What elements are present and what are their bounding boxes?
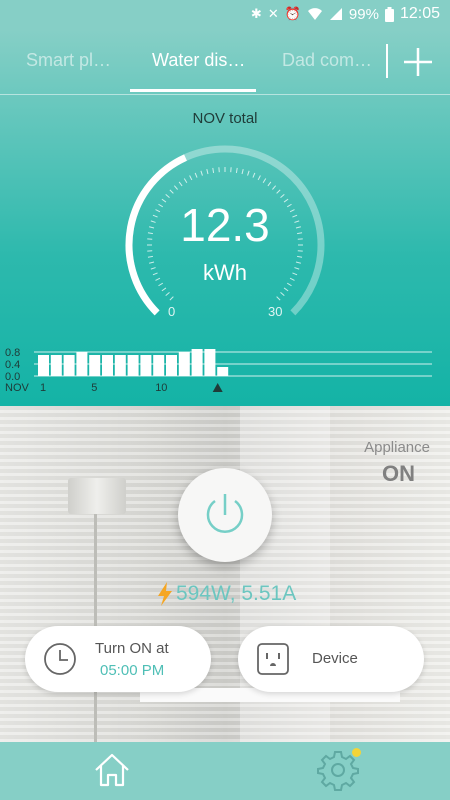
power-reading: 594W, 5.51A <box>156 582 296 606</box>
gauge-tick <box>200 170 203 176</box>
tab-dad-computer[interactable]: Dad com… <box>282 50 372 71</box>
chart-bar <box>127 355 139 376</box>
chart-x-tick-label: 10 <box>155 382 167 394</box>
schedule-button[interactable]: Turn ON at 05:00 PM <box>25 626 211 692</box>
device-tabs: Smart pl… Water dis… Dad com… <box>0 30 450 94</box>
chart-bar <box>191 349 203 376</box>
appliance-label: Appliance <box>364 439 430 456</box>
gauge-tick <box>272 185 277 190</box>
gauge-tick <box>276 296 281 301</box>
schedule-time: 05:00 PM <box>100 662 165 679</box>
gauge-tick <box>241 169 244 175</box>
chart-x-tick-label: 1 <box>40 382 46 394</box>
gauge-min-label: 0 <box>168 304 176 319</box>
gauge-tick <box>257 175 261 181</box>
gauge-tick <box>235 167 238 173</box>
lamp-image <box>68 478 126 514</box>
device-button[interactable]: Device <box>238 626 424 692</box>
bluetooth-icon: ✱ <box>250 6 262 22</box>
chart-bar <box>89 355 101 376</box>
chart-bar <box>166 355 177 376</box>
gauge-tick <box>169 189 174 194</box>
gauge-tick <box>252 172 256 178</box>
chart-bar <box>217 367 229 376</box>
add-device-button[interactable] <box>402 46 434 78</box>
gauge-tick <box>183 178 188 184</box>
bottom-navigation <box>0 742 450 800</box>
power-icon <box>206 494 244 533</box>
clock-icon <box>44 643 76 675</box>
gauge-tick <box>283 287 289 292</box>
home-icon[interactable] <box>92 750 132 790</box>
gauge-tick <box>194 172 198 178</box>
status-bar: ✱ ✕ ⏰ 99% 12:05 <box>0 0 450 30</box>
chart-y-tick-label: 0.8 <box>5 347 20 359</box>
schedule-label: Turn ON at <box>95 640 169 657</box>
chart-y-tick-label: 0.4 <box>5 359 20 371</box>
chart-month-label: NOV <box>5 382 30 394</box>
gauge-tick <box>178 181 183 187</box>
signal-icon <box>329 8 342 20</box>
gauge-tick <box>189 175 193 181</box>
device-label: Device <box>312 650 358 667</box>
chart-bar <box>178 352 190 376</box>
wifi-icon <box>307 8 322 20</box>
notification-dot <box>352 748 361 757</box>
active-tab-indicator <box>130 89 256 92</box>
chart-bar <box>63 355 75 376</box>
gauge-tick <box>169 296 174 301</box>
power-button[interactable] <box>178 468 272 562</box>
month-total-label: NOV total <box>192 110 258 127</box>
appliance-state: ON <box>382 461 415 486</box>
gauge-tick <box>161 287 167 292</box>
battery-icon <box>384 6 394 22</box>
gauge-tick <box>173 185 178 190</box>
chart-x-tick-label: 5 <box>91 382 97 394</box>
device-photo-background: Appliance ON 594W, 5.51A Turn ON at 05:0… <box>0 406 450 742</box>
daily-usage-chart: 0.80.40.0NOV 1 5 10 <box>5 347 432 394</box>
energy-summary-panel: Smart pl… Water dis… Dad com… NOV total … <box>0 30 450 406</box>
tab-divider <box>386 44 388 78</box>
lightning-icon <box>158 582 172 606</box>
chart-bar <box>102 355 113 376</box>
mute-icon: ✕ <box>267 6 279 22</box>
tab-smart-plug[interactable]: Smart pl… <box>26 50 111 71</box>
current-day-marker <box>212 383 223 392</box>
chart-bar <box>114 355 126 376</box>
chart-bar <box>50 355 62 376</box>
gauge-max-label: 30 <box>268 304 283 319</box>
gauge-tick <box>165 292 170 297</box>
chart-bar <box>204 349 216 376</box>
usage-value: 12.3 <box>180 199 270 251</box>
gauge-tick <box>206 169 209 175</box>
chart-bar <box>153 355 165 376</box>
alarm-icon: ⏰ <box>284 6 301 22</box>
chart-bar <box>76 352 88 376</box>
tab-water-dispenser[interactable]: Water dis… <box>152 50 245 71</box>
gauge-tick <box>276 189 281 194</box>
gauge-tick <box>267 181 272 187</box>
gauge-tick <box>297 255 303 258</box>
tabs-divider-line <box>0 94 450 95</box>
battery-level: 99% <box>348 5 379 23</box>
usage-unit: kWh <box>203 260 247 285</box>
gauge-tick <box>147 255 153 258</box>
chart-bar <box>140 355 152 376</box>
gauge-tick <box>280 292 285 297</box>
outlet-icon <box>257 643 289 675</box>
gauge-tick <box>262 178 267 184</box>
clock-time: 12:05 <box>399 5 440 22</box>
gauge-tick <box>212 167 215 173</box>
gauge-tick <box>247 170 250 176</box>
chart-bar <box>38 355 49 376</box>
power-reading-value: 594W, 5.51A <box>176 582 297 605</box>
